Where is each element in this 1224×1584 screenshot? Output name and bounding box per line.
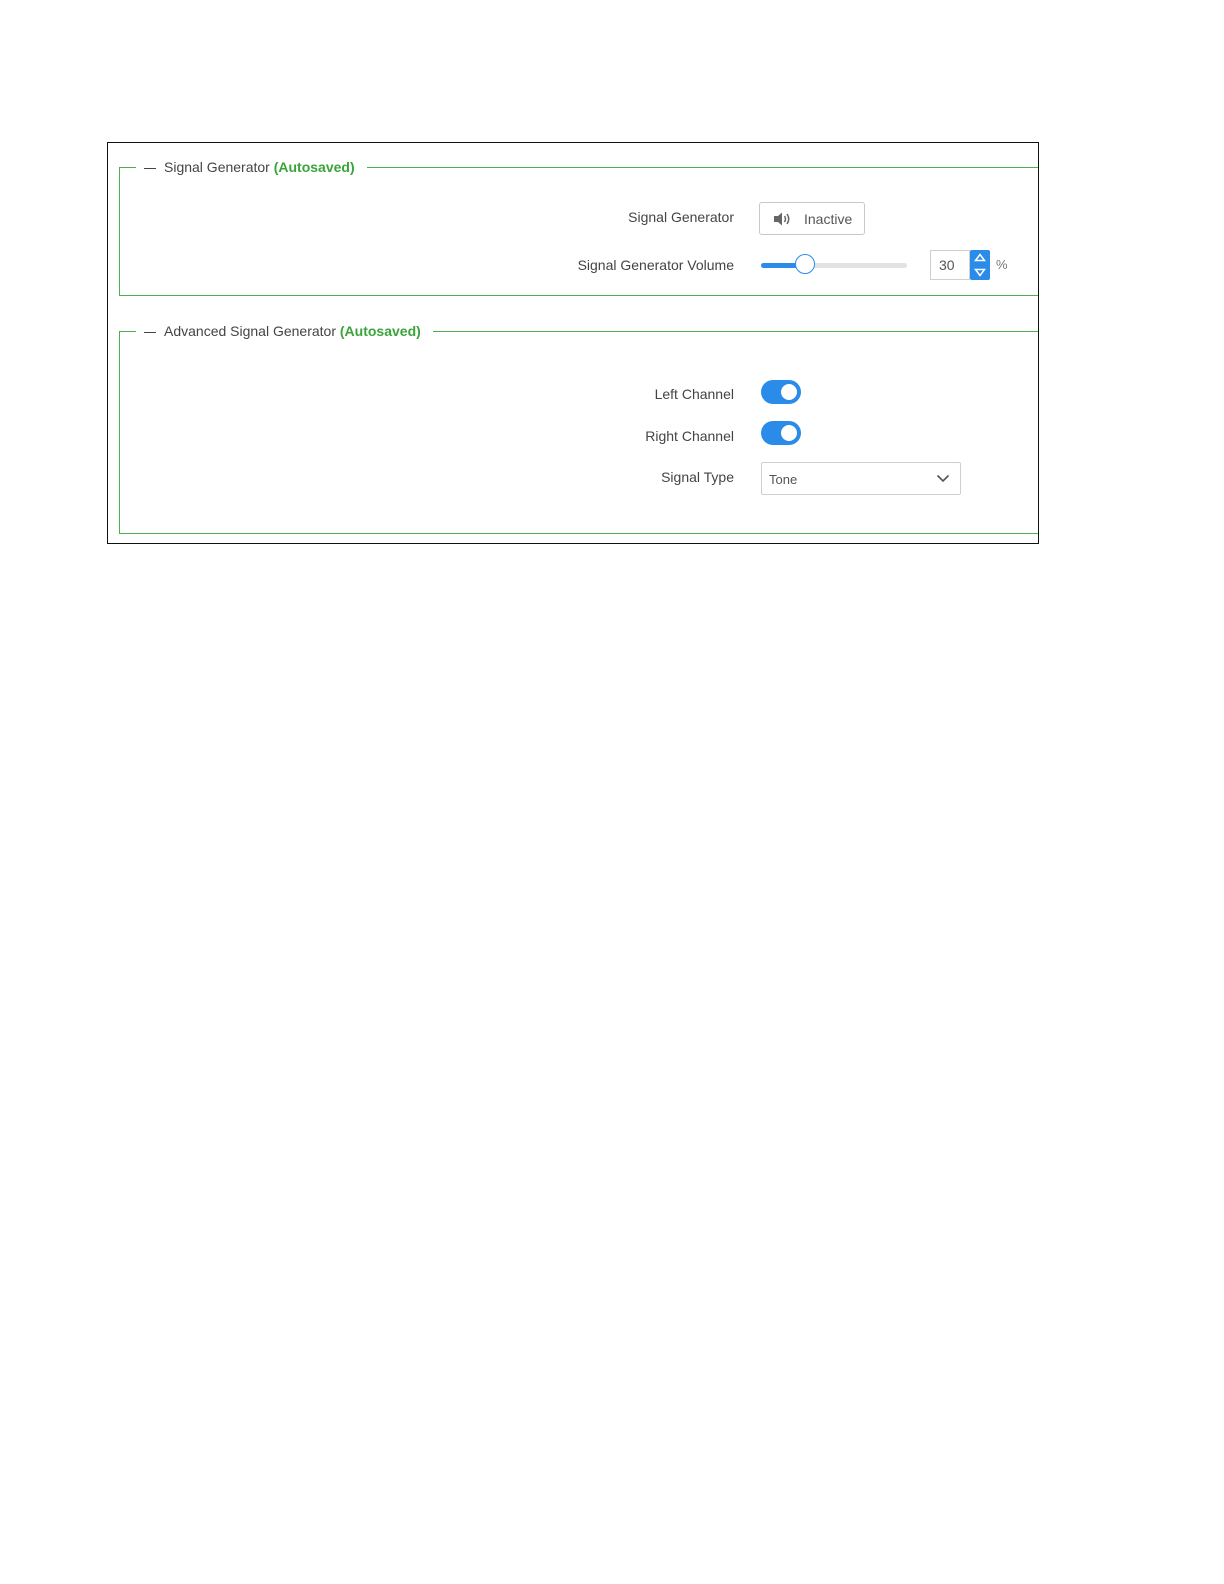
section-legend[interactable]: Signal Generator (Autosaved) — [136, 158, 367, 176]
speaker-icon — [774, 212, 790, 225]
volume-slider[interactable] — [761, 254, 907, 274]
section-title: Signal Generator — [164, 159, 270, 175]
section-title: Advanced Signal Generator — [164, 323, 336, 339]
signal-generator-section: Signal Generator (Autosaved) Signal Gene… — [119, 158, 1038, 296]
right-channel-label: Right Channel — [645, 428, 734, 444]
volume-slider-thumb[interactable] — [794, 254, 815, 274]
toggle-knob — [781, 425, 797, 441]
section-legend[interactable]: Advanced Signal Generator (Autosaved) — [136, 322, 433, 340]
autosaved-badge: (Autosaved) — [273, 159, 355, 175]
collapse-icon[interactable] — [144, 167, 156, 169]
chevron-down-icon — [936, 474, 950, 483]
triangle-up-icon[interactable] — [974, 253, 986, 262]
signal-type-label: Signal Type — [661, 469, 734, 485]
volume-label: Signal Generator Volume — [577, 257, 734, 273]
triangle-down-icon[interactable] — [974, 268, 986, 277]
left-channel-toggle[interactable] — [761, 380, 801, 404]
settings-panel: Signal Generator (Autosaved) Signal Gene… — [107, 142, 1039, 544]
right-channel-toggle[interactable] — [761, 421, 801, 445]
volume-unit: % — [996, 257, 1008, 272]
advanced-signal-generator-section: Advanced Signal Generator (Autosaved) Le… — [119, 322, 1038, 534]
signal-generator-button-label: Inactive — [804, 210, 853, 227]
signal-generator-button[interactable]: Inactive — [759, 202, 865, 235]
collapse-icon[interactable] — [144, 331, 156, 333]
left-channel-label: Left Channel — [654, 386, 734, 402]
toggle-knob — [781, 384, 797, 400]
autosaved-badge: (Autosaved) — [339, 323, 421, 339]
signal-type-select[interactable]: Tone — [761, 462, 961, 495]
signal-type-value: Tone — [769, 472, 798, 487]
volume-input[interactable]: 30 — [930, 250, 970, 280]
signal-generator-label: Signal Generator — [628, 209, 734, 225]
volume-stepper[interactable] — [970, 250, 990, 280]
